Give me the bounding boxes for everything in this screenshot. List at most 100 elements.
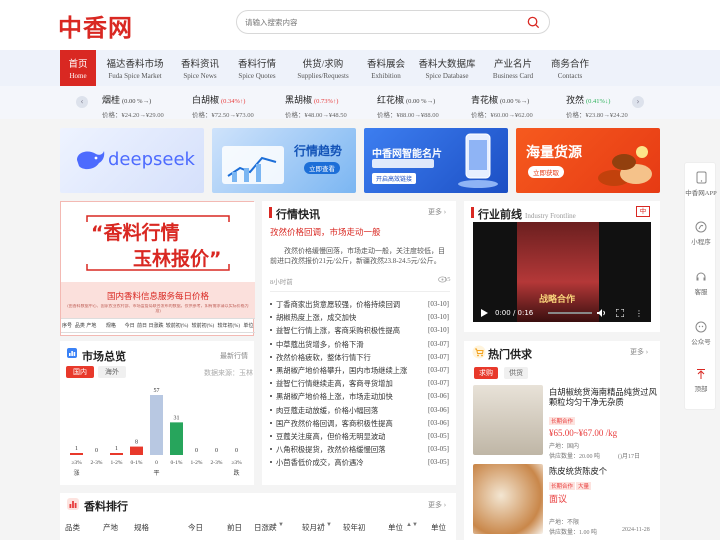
sidebar-app[interactable]: 中香网APP [685, 171, 717, 197]
bar [170, 422, 183, 455]
promo-th: 较前初(%) [191, 324, 215, 329]
banner-smart-card[interactable]: 中香网智能名片 开启高效链接 [364, 128, 508, 193]
video-player[interactable]: 战略合作 0:00 / 0:16 ⋮ [473, 222, 651, 322]
tab-request[interactable]: 求购 [474, 367, 498, 379]
category-label: ≥3% [231, 460, 242, 466]
product-title[interactable]: 陈皮统货陈皮个 [549, 465, 607, 477]
ticker-item[interactable]: 青花椒 (0.00 %→) 价格：¥60.00→¥62.00 [471, 93, 581, 119]
news-item[interactable]: 国产孜然价格回调，客商积极性提高 [276, 419, 428, 429]
bullet [270, 369, 272, 371]
bar [110, 453, 123, 455]
news-item[interactable]: 黑胡椒产地价格攀升，国内市场继续上涨 [276, 366, 428, 376]
bullet [270, 329, 272, 332]
banner-market-trend[interactable]: 行情趋势 立即查看 [212, 128, 356, 193]
news-headline[interactable]: 孜然价格回调，市场走动一般 [270, 226, 381, 238]
banner-deepseek[interactable]: deepseek [60, 128, 204, 193]
search-box[interactable] [236, 10, 550, 34]
product-tag: 大量 [576, 482, 592, 490]
news-item[interactable]: 孜然价格疲软，整体行情下行 [276, 353, 428, 363]
search-input[interactable] [245, 16, 515, 29]
fullscreen-icon[interactable] [616, 309, 624, 317]
tab-overseas[interactable]: 海外 [98, 366, 126, 378]
tab-supply[interactable]: 供货 [504, 367, 528, 379]
wechat-icon [695, 321, 707, 333]
product-image-tangerine-peel[interactable] [473, 464, 543, 534]
ranking-more-link[interactable]: 更多 › [428, 500, 446, 510]
product-origin: 产地：国内 [549, 444, 580, 450]
sidebar-customer-service[interactable]: 客服 [685, 271, 717, 296]
news-date: [03-10] [428, 300, 449, 308]
video-progress-bar[interactable] [548, 312, 592, 314]
nav-spice-quotes[interactable]: 香料行情 Spice Quotes [232, 50, 282, 86]
banner-massive-supply[interactable]: 海量货源 立即获取 [516, 128, 660, 193]
banner-link-button[interactable]: 开启高效链接 [372, 173, 417, 184]
volume-icon[interactable] [597, 309, 606, 317]
news-item[interactable]: 黑胡椒产地价格上涨，市场走动加快 [276, 392, 428, 402]
news-item[interactable]: 小茴香低价成交，高价遇冷 [276, 458, 428, 468]
nav-spice-database[interactable]: 香料大数据库 Spice Database [416, 50, 478, 86]
supply-card: 热门供求 更多 › 求购 供货 白胡椒统货海南精品纯货过风颗粒均匀干净无杂质 长… [464, 341, 660, 540]
tab-domestic[interactable]: 国内 [66, 366, 94, 378]
nav-exhibition[interactable]: 香料展会 Exhibition [364, 50, 408, 86]
frontline-badge[interactable]: 中 [636, 206, 650, 217]
search-icon[interactable] [526, 15, 541, 30]
news-more-link[interactable]: 更多 › [428, 207, 446, 217]
headset-icon [696, 272, 706, 281]
news-item[interactable]: 胡椒热度上涨，成交加快 [276, 313, 428, 323]
play-icon[interactable] [481, 309, 488, 317]
news-item[interactable]: 益智仁行情继续走高，客商寻货增加 [276, 379, 428, 389]
banner-view-button[interactable]: 立即查看 [304, 162, 340, 174]
promo-card[interactable]: “香料行情 玉林报价” 国内香料信息服务每日价格 (由香料数据中心、国家农业农村… [60, 201, 255, 336]
promo-th: 规格 [105, 324, 116, 329]
bullet [270, 303, 272, 305]
ranking-th: 产地 [103, 523, 118, 532]
news-item[interactable]: 丁香商家出货意愿较强，价格持续回调 [276, 300, 428, 310]
arrow-up-icon [697, 369, 705, 379]
ticker-next-icon[interactable]: › [632, 96, 644, 108]
market-overview-card: 市场总览 最新行情 国内 海外 数据来源：玉林 1 ≥3% 0 2-3% 1 1-2% 8 0… [60, 341, 254, 485]
news-item[interactable]: 八角积极提货，孜然价格缓慢回落 [276, 445, 428, 455]
banner-get-button[interactable]: 立即获取 [528, 166, 564, 178]
market-more-link[interactable]: 最新行情 [220, 351, 248, 361]
promo-th: 序号 [62, 324, 73, 329]
supply-more-link[interactable]: 更多 › [630, 347, 648, 357]
group-label: 跌 [233, 469, 239, 477]
sort-icon[interactable]: ▲▼ [272, 522, 284, 528]
price-ticker: ‹ 烟桂 (0.00 %→) 价格：¥24.20→¥29.00 白胡椒 (0.34%↑… [0, 86, 720, 119]
product-price: 面议 [549, 494, 568, 504]
sidebar-back-to-top[interactable]: 顶部 [685, 368, 717, 393]
banner-feature-strip [372, 159, 434, 168]
news-title: 行情快讯 [276, 209, 320, 221]
promo-th: 单位 [243, 324, 254, 329]
news-time: 8小时前 [270, 279, 293, 286]
nav-supplies-requests[interactable]: 供货/求购 Supplies/Requests [290, 50, 356, 86]
ticker-prev-icon[interactable]: ‹ [76, 96, 88, 108]
site-logo[interactable]: 中香网 [58, 8, 133, 43]
sort-icon[interactable]: ▲▼ [320, 522, 332, 528]
product-title[interactable]: 白胡椒统货海南精品纯货过风颗粒均匀干净无杂质 [549, 388, 657, 408]
promo-table: 序号 品类 产地 规格 今日 前日 日涨跌 较前初(%) 较前初(%) 较年初(… [61, 318, 255, 333]
nav-business-card[interactable]: 产业名片 Business Card [486, 50, 540, 86]
news-divider [270, 291, 450, 292]
nav-spice-news[interactable]: 香料资讯 Spice News [176, 50, 224, 86]
ranking-title: 香料排行 [84, 501, 128, 513]
nav-home[interactable]: 首页 Home [60, 50, 96, 86]
news-item[interactable]: 中草蔻出货增多，价格下滑 [276, 340, 428, 350]
more-options-icon[interactable]: ⋮ [635, 309, 643, 318]
news-item[interactable]: 肉豆蔻走动放缓，价格小幅回落 [276, 406, 428, 416]
sort-icon[interactable]: ▲▼ [406, 522, 418, 528]
category-label: 0 [155, 460, 158, 466]
sidebar-official-account[interactable]: 公众号 [685, 321, 717, 346]
product-image-pepper[interactable] [473, 385, 543, 455]
spice-pile-icon [598, 146, 652, 186]
market-chart-icon [67, 348, 77, 358]
news-item[interactable]: 豆蔻关注度高，但价格无明显波动 [276, 432, 428, 442]
ticker-item[interactable]: 孜然 (0.41%↓) 价格：¥23.80→¥24.20 [566, 93, 638, 119]
category-label: 2-3% [211, 460, 223, 466]
whale-icon [77, 151, 105, 170]
news-item[interactable]: 益智仁行情上涨，客商采购积极性提高 [276, 326, 428, 336]
sidebar-miniprogram[interactable]: 小程序 [685, 221, 717, 246]
nav-contacts[interactable]: 商务合作 Contacts [548, 50, 592, 86]
news-summary: 孜然价格缓慢回落，市场走动一般，关注度较低，目前进口孜然报价21元/公斤，新疆孜… [270, 247, 445, 265]
nav-fuda-market[interactable]: 福达香料市场 Fuda Spice Market [102, 50, 168, 86]
